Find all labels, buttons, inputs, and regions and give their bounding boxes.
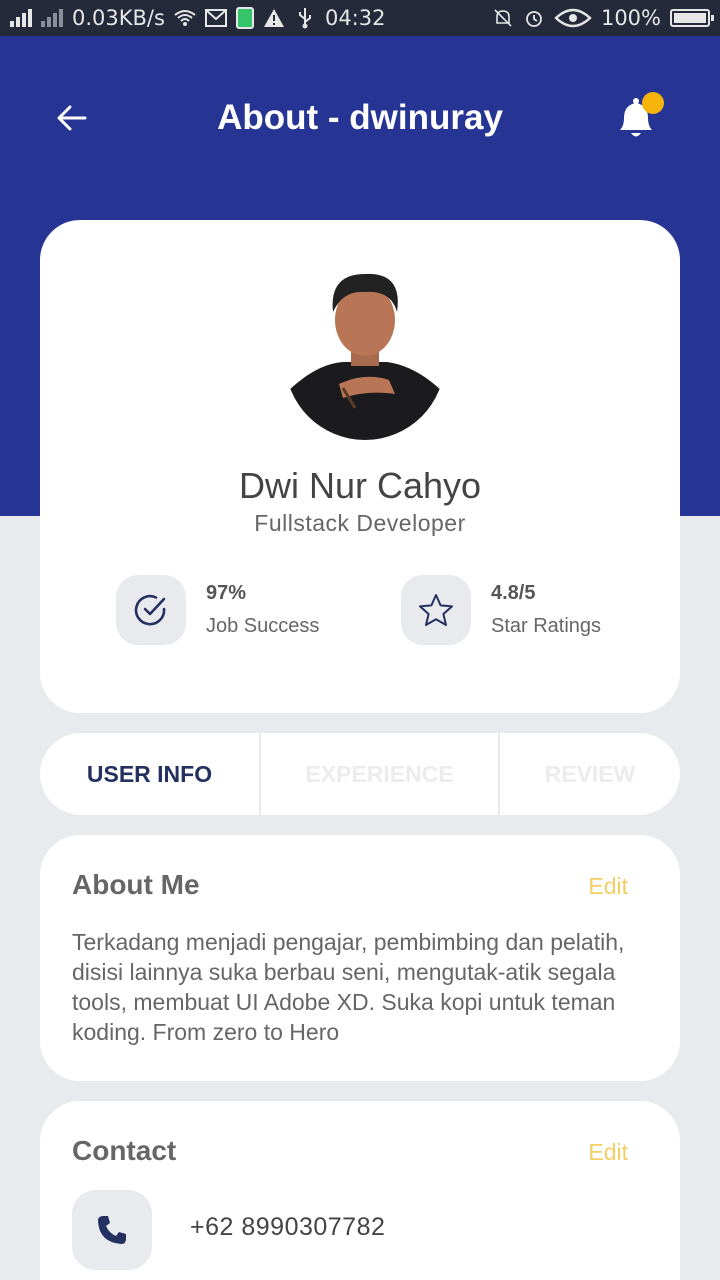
cell-signal-2-icon: [41, 9, 63, 27]
phone-icon-box[interactable]: [72, 1190, 152, 1270]
contact-edit-button[interactable]: Edit: [588, 1137, 628, 1167]
stat-star-ratings: 4.8/5 Star Ratings: [401, 575, 601, 645]
stat-text: 97% Job Success: [206, 579, 319, 641]
tab-experience[interactable]: EXPERIENCE: [259, 733, 498, 815]
check-circle-icon: [134, 594, 166, 626]
about-edit-button[interactable]: Edit: [588, 871, 628, 901]
stat-label: Star Ratings: [491, 615, 602, 637]
status-left: 0.03KB/s 04:32: [10, 6, 385, 30]
tab-review[interactable]: REVIEW: [498, 733, 680, 815]
cell-signal-icon: [10, 9, 32, 27]
stat-label: Job Success: [206, 615, 320, 637]
stat-value: 4.8/5: [491, 582, 536, 604]
stat-icon-box: [116, 575, 186, 645]
status-right: 100%: [492, 6, 714, 30]
phone-number[interactable]: +62 8990307782: [190, 1213, 385, 1242]
about-title: About Me: [72, 869, 200, 900]
notification-button[interactable]: [614, 92, 666, 144]
mail-icon: [204, 7, 227, 29]
about-text: Terkadang menjadi pengajar, pembimbing d…: [72, 929, 625, 1045]
warning-icon: [263, 7, 285, 29]
battery-icon: [670, 9, 714, 27]
stat-icon-box: [401, 575, 471, 645]
wifi-icon: [174, 7, 196, 29]
usb-icon: [294, 7, 316, 29]
net-speed: 0.03KB/s: [72, 6, 165, 30]
profile-tabs: USER INFO EXPERIENCE REVIEW: [40, 733, 680, 815]
stat-value: 97%: [206, 582, 247, 604]
contact-title: Contact: [72, 1135, 177, 1166]
phone-icon: [98, 1216, 126, 1244]
profile-name: Dwi Nur Cahyo: [238, 465, 482, 506]
mute-bell-icon: [492, 7, 514, 29]
avatar: [285, 254, 445, 440]
tab-user-info[interactable]: USER INFO: [40, 733, 259, 815]
contact-card: Contact Edit +62 8990307782: [40, 1101, 680, 1280]
battery-charging-icon: [235, 7, 254, 29]
stat-text: 4.8/5 Star Ratings: [491, 579, 601, 641]
star-icon: [419, 594, 453, 626]
stat-job-success: 97% Job Success: [116, 575, 319, 645]
alarm-icon: [523, 7, 545, 29]
page-title: About - dwinuray: [217, 98, 503, 137]
clock: 04:32: [324, 6, 386, 30]
profile-role: Fullstack Developer: [254, 510, 466, 536]
about-card: About Me Edit Terkadang menjadi pengajar…: [40, 835, 680, 1081]
battery-percent: 100%: [600, 6, 661, 30]
eye-icon: [554, 7, 592, 29]
status-bar: 0.03KB/s 04:32 100%: [0, 0, 720, 36]
notification-dot: [642, 92, 664, 114]
